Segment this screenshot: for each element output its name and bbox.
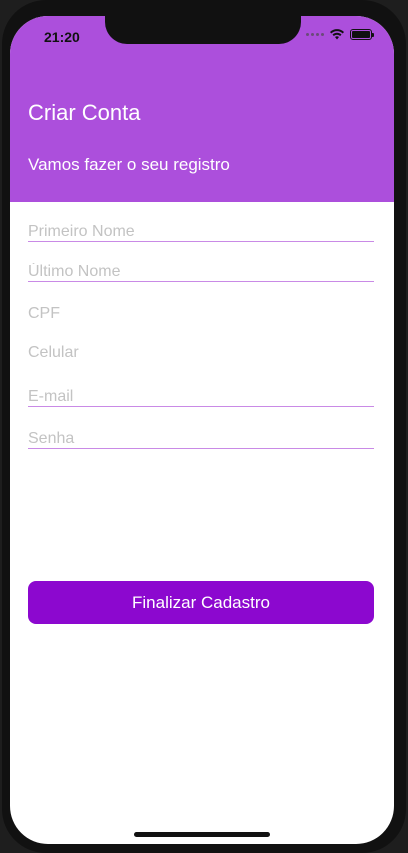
cpf-input[interactable] <box>28 305 374 323</box>
home-indicator[interactable] <box>134 832 270 837</box>
signal-icon <box>306 33 324 36</box>
phone-input[interactable] <box>28 344 374 362</box>
last-name-field[interactable] <box>28 263 374 282</box>
wifi-icon <box>330 29 344 40</box>
email-input[interactable] <box>28 388 374 406</box>
password-input[interactable] <box>28 430 374 448</box>
cpf-field[interactable] <box>28 305 374 323</box>
first-name-input[interactable] <box>28 223 374 241</box>
app-screen: Criar Conta Vamos fazer o seu registro 2… <box>10 16 394 844</box>
password-field[interactable] <box>28 430 374 449</box>
first-name-field[interactable] <box>28 223 374 242</box>
page-title: Criar Conta <box>28 100 141 125</box>
finish-signup-button[interactable]: Finalizar Cadastro <box>28 581 374 624</box>
device-frame: Criar Conta Vamos fazer o seu registro 2… <box>0 0 408 853</box>
device-notch <box>105 16 301 44</box>
email-field[interactable] <box>28 388 374 407</box>
battery-icon <box>350 29 374 40</box>
phone-field[interactable] <box>28 344 374 362</box>
last-name-input[interactable] <box>28 263 374 281</box>
status-icons <box>306 29 374 40</box>
page-subtitle: Vamos fazer o seu registro <box>28 155 230 174</box>
status-time: 21:20 <box>44 29 80 45</box>
